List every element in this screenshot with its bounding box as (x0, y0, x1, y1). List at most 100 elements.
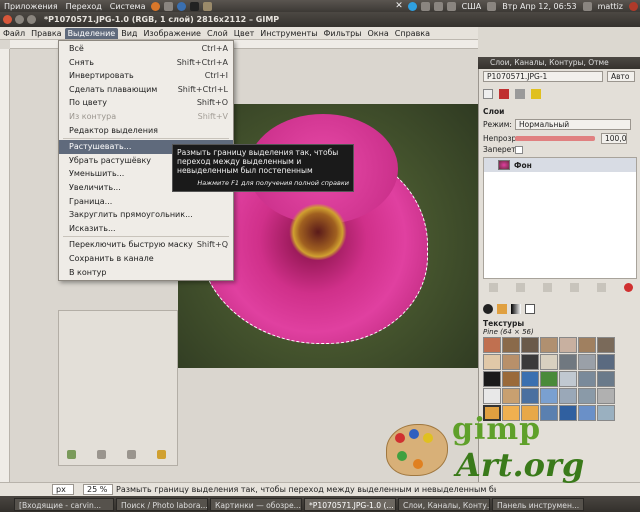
image-select[interactable]: P1070571.JPG-1 (483, 71, 603, 82)
menu-item-select-all[interactable]: Всё Ctrl+A (59, 42, 233, 56)
brushes-tab-icon[interactable] (483, 304, 493, 314)
menu-colors[interactable]: Цвет (231, 28, 258, 39)
auto-button[interactable]: Авто (607, 71, 635, 82)
paths-tab-icon[interactable] (515, 89, 525, 99)
taskbar-item-images[interactable]: Картинки — обозре... (210, 497, 302, 511)
texture-swatch[interactable] (597, 337, 615, 353)
menu-item-to-path[interactable]: В контур (59, 266, 233, 280)
texture-swatch[interactable] (597, 354, 615, 370)
menu-item-quick-mask[interactable]: Переключить быструю маску Shift+Q (59, 238, 233, 252)
power-icon[interactable] (629, 1, 638, 11)
layers-tab-icon[interactable] (483, 89, 493, 99)
gimp-icon[interactable] (203, 1, 213, 11)
lock-alpha-checkbox[interactable] (515, 145, 523, 154)
user-name[interactable]: mattiz (594, 2, 627, 11)
x-icon[interactable]: ✕ (395, 1, 404, 11)
lower-layer-icon[interactable] (543, 283, 552, 292)
window-titlebar[interactable]: *P1070571.JPG-1.0 (RGB, 1 слой) 2816x211… (0, 12, 640, 27)
chat-icon[interactable] (433, 1, 443, 11)
battery-icon[interactable] (446, 1, 456, 11)
textures-grid[interactable] (483, 337, 621, 421)
texture-swatch[interactable] (483, 337, 501, 353)
layers-list[interactable]: Фон (483, 157, 637, 279)
close-window-button[interactable] (3, 15, 12, 24)
save-options-icon[interactable] (67, 450, 76, 459)
vertical-ruler[interactable] (0, 49, 10, 482)
restore-options-icon[interactable] (97, 450, 106, 459)
unit-select[interactable]: px (52, 484, 74, 495)
zoom-select[interactable]: 25 % (83, 484, 113, 495)
keyboard-layout[interactable]: США (458, 2, 486, 11)
menu-file[interactable]: Файл (0, 28, 28, 39)
texture-swatch[interactable] (483, 388, 501, 404)
dock-title[interactable]: Слои, Каналы, Контуры, Отме (478, 57, 640, 69)
texture-swatch[interactable] (540, 371, 558, 387)
menu-item-select-none[interactable]: Снять Shift+Ctrl+A (59, 56, 233, 70)
fonts-tab-icon[interactable] (525, 304, 535, 314)
texture-swatch[interactable] (521, 354, 539, 370)
taskbar-item-mail[interactable]: [Входящие - carvin... (14, 497, 114, 511)
delete-options-icon[interactable] (127, 450, 136, 459)
menu-item-selection-editor[interactable]: Редактор выделения (59, 124, 233, 138)
menu-select[interactable]: Выделение (64, 27, 119, 39)
delete-layer-icon[interactable] (624, 283, 633, 292)
skype-icon[interactable] (407, 1, 417, 11)
texture-swatch[interactable] (597, 388, 615, 404)
menu-item-invert[interactable]: Инвертировать Ctrl+I (59, 69, 233, 83)
mail-indicator-icon[interactable] (582, 1, 592, 11)
help-icon[interactable] (177, 1, 187, 11)
menu-item-border[interactable]: Граница... (59, 195, 233, 209)
menu-item-distort[interactable]: Исказить... (59, 222, 233, 236)
texture-swatch[interactable] (540, 388, 558, 404)
duplicate-layer-icon[interactable] (570, 283, 579, 292)
terminal-icon[interactable] (190, 1, 200, 11)
menu-system[interactable]: Система (106, 2, 150, 11)
texture-swatch[interactable] (502, 388, 520, 404)
texture-swatch[interactable] (483, 354, 501, 370)
anchor-layer-icon[interactable] (597, 283, 606, 292)
mail-icon[interactable] (164, 1, 174, 11)
texture-swatch[interactable] (559, 337, 577, 353)
texture-swatch[interactable] (597, 371, 615, 387)
raise-layer-icon[interactable] (516, 283, 525, 292)
minimize-window-button[interactable] (15, 15, 24, 24)
channels-tab-icon[interactable] (499, 89, 509, 99)
texture-swatch[interactable] (540, 354, 558, 370)
menu-edit[interactable]: Правка (28, 28, 64, 39)
taskbar-item-gimp-image[interactable]: *P1070571.JPG-1.0 (... (304, 497, 396, 511)
gradients-tab-icon[interactable] (511, 304, 521, 314)
menu-view[interactable]: Вид (118, 28, 140, 39)
texture-swatch[interactable] (540, 337, 558, 353)
mode-select[interactable]: Нормальный (515, 119, 631, 130)
menu-item-from-path[interactable]: Из контура Shift+V (59, 110, 233, 124)
texture-swatch[interactable] (502, 354, 520, 370)
texture-swatch[interactable] (502, 337, 520, 353)
menu-places[interactable]: Переход (62, 2, 106, 11)
texture-swatch[interactable] (559, 388, 577, 404)
reset-options-icon[interactable] (157, 450, 166, 459)
menu-help[interactable]: Справка (392, 28, 433, 39)
layer-row[interactable]: Фон (484, 158, 636, 172)
menu-item-rounded-rectangle[interactable]: Закруглить прямоугольник... (59, 208, 233, 222)
network-icon[interactable] (420, 1, 430, 11)
volume-icon[interactable] (487, 1, 497, 11)
menu-windows[interactable]: Окна (365, 28, 392, 39)
texture-swatch[interactable] (578, 354, 596, 370)
texture-swatch[interactable] (521, 371, 539, 387)
texture-swatch[interactable] (483, 371, 501, 387)
undo-tab-icon[interactable] (531, 89, 541, 99)
menu-image[interactable]: Изображение (140, 28, 204, 39)
layer-name[interactable]: Фон (514, 161, 532, 170)
menu-tools[interactable]: Инструменты (257, 28, 320, 39)
menu-layer[interactable]: Слой (204, 28, 231, 39)
texture-swatch[interactable] (559, 371, 577, 387)
texture-swatch[interactable] (578, 371, 596, 387)
opacity-slider[interactable] (515, 136, 595, 141)
new-layer-icon[interactable] (489, 283, 498, 292)
texture-swatch[interactable] (521, 337, 539, 353)
texture-swatch[interactable] (578, 388, 596, 404)
firefox-icon[interactable] (151, 1, 161, 11)
menu-item-save-to-channel[interactable]: Сохранить в канале (59, 252, 233, 266)
taskbar-item-browser[interactable]: Поиск / Photo labora... (116, 497, 208, 511)
menu-filters[interactable]: Фильтры (321, 28, 365, 39)
